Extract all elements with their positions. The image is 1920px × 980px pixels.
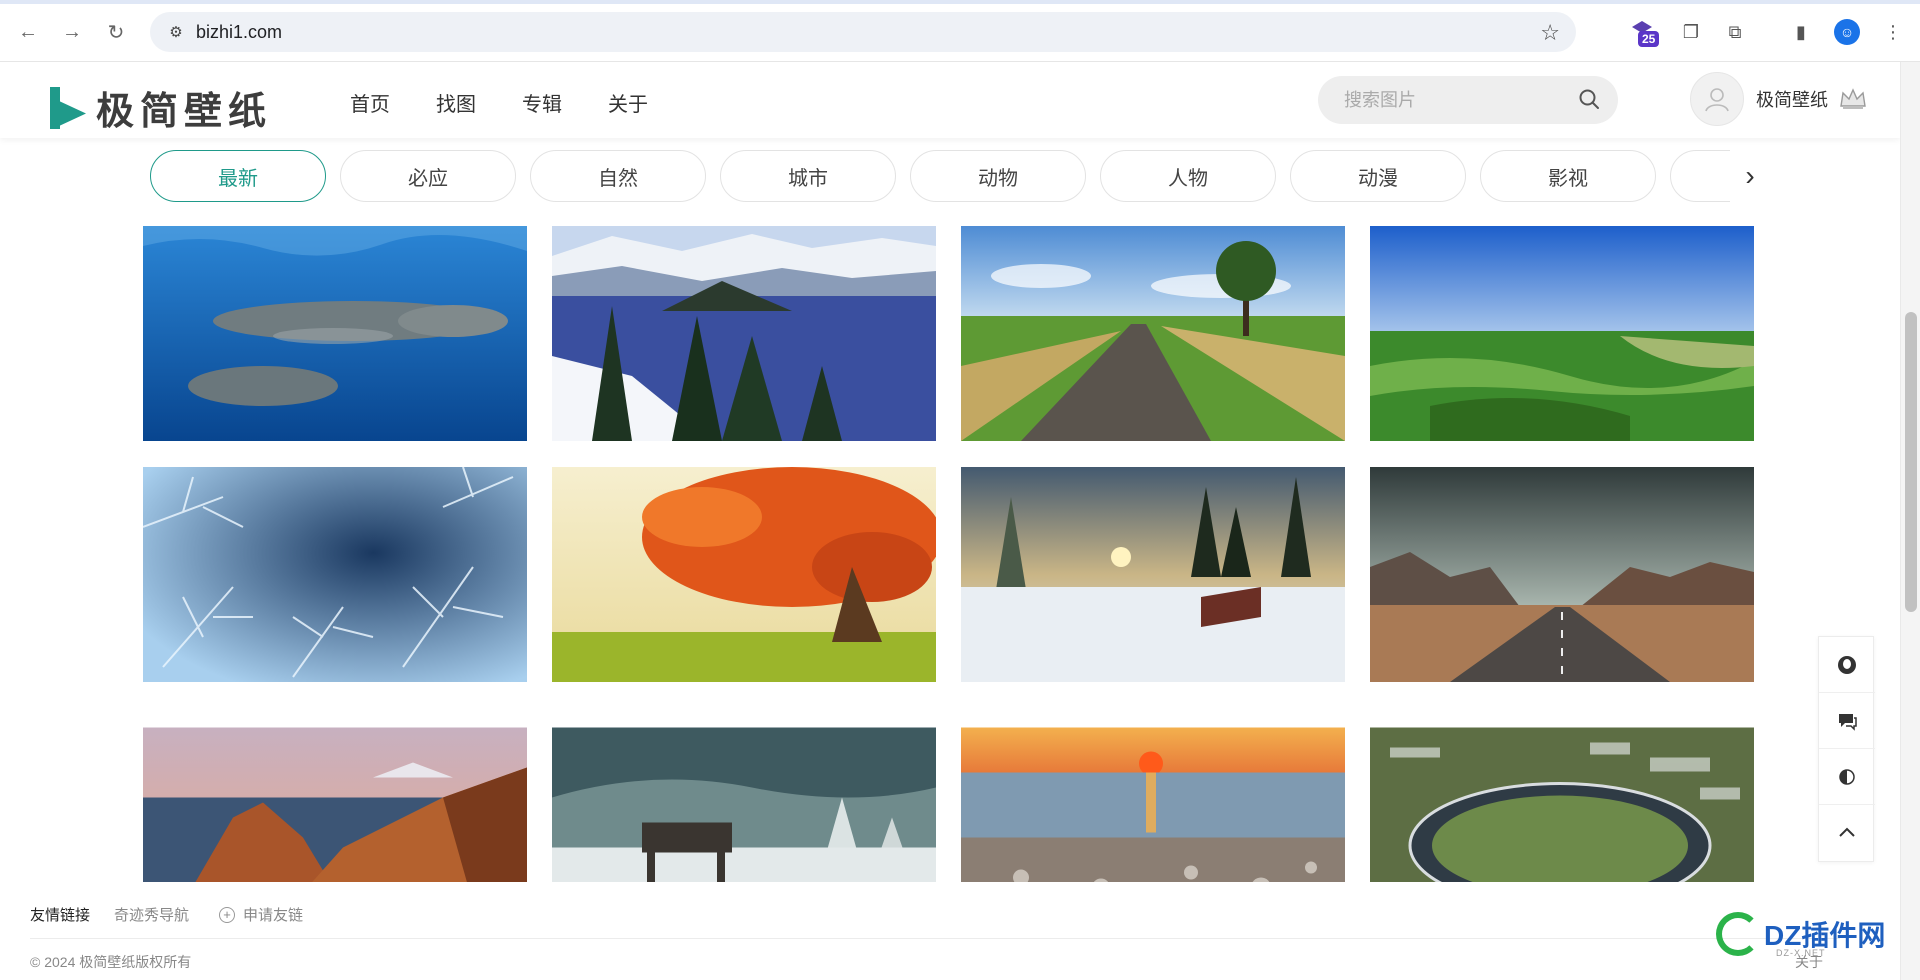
page: 极简壁纸 首页 找图 专辑 关于 极简壁纸 <box>0 62 1900 980</box>
browser-toolbar: ← → ↻ ⚙ bizhi1.com ☆ 25 ❐ ⧉ ▮ ☺ ⋮ <box>0 0 1920 62</box>
nav-find[interactable]: 找图 <box>436 88 476 117</box>
floating-toolbar <box>1818 636 1875 862</box>
back-to-top-icon[interactable] <box>1819 805 1875 861</box>
extensions-puzzle-icon[interactable]: ⧉ <box>1722 19 1748 45</box>
nav-about[interactable]: 关于 <box>608 88 648 117</box>
extension-badge-count: 25 <box>1638 31 1660 47</box>
watermark-logo: DZ插件网 DZ-X.NET <box>1716 912 1885 958</box>
site-logo[interactable]: 极简壁纸 <box>48 80 272 135</box>
extension-graduation-icon[interactable]: 25 <box>1630 17 1664 49</box>
category-bar: 最新 必应 自然 城市 动物 人物 动漫 影视 <box>150 150 1770 202</box>
back-icon[interactable]: ← <box>14 18 42 46</box>
search-box <box>1318 76 1618 124</box>
wallpaper-crater-lake[interactable] <box>552 226 936 441</box>
wallpaper-country-road[interactable] <box>961 226 1345 441</box>
site-footer: 友情链接 奇迹秀导航 + 申请友链 © 2024 极简壁纸版权所有 关于 <box>0 882 1900 980</box>
nav-albums[interactable]: 专辑 <box>522 88 562 117</box>
friend-links: 友情链接 奇迹秀导航 + 申请友链 <box>30 904 303 925</box>
theme-toggle-icon[interactable] <box>1819 749 1875 805</box>
apply-friend-link[interactable]: + 申请友链 <box>219 904 303 925</box>
user-menu[interactable]: 极简壁纸 <box>1690 72 1868 126</box>
logo-text: 极简壁纸 <box>96 88 273 133</box>
side-panel-icon[interactable]: ▮ <box>1788 19 1814 45</box>
wallpaper-autumn-tree[interactable] <box>552 467 936 682</box>
category-next-icon[interactable]: › <box>1730 150 1770 202</box>
chat-icon[interactable] <box>1819 693 1875 749</box>
reload-icon[interactable]: ↻ <box>102 18 130 46</box>
address-bar[interactable]: ⚙ bizhi1.com ☆ <box>150 12 1576 52</box>
category-nature[interactable]: 自然 <box>530 150 706 202</box>
copyright: © 2024 极简壁纸版权所有 <box>30 954 192 970</box>
page-scrollbar[interactable] <box>1900 62 1920 980</box>
wallpaper-winter-forest[interactable] <box>961 467 1345 682</box>
site-header: 极简壁纸 首页 找图 专辑 关于 极简壁纸 <box>0 62 1900 138</box>
crown-icon <box>1840 88 1866 109</box>
wallpaper-green-valley[interactable] <box>1370 226 1754 441</box>
apply-friend-link-label: 申请友链 <box>243 907 304 924</box>
browser-menu-icon[interactable]: ⋮ <box>1880 19 1906 45</box>
bookmark-star-icon[interactable]: ☆ <box>1540 20 1560 46</box>
category-city[interactable]: 城市 <box>720 150 896 202</box>
tab-strip <box>0 0 1920 4</box>
url-text[interactable]: bizhi1.com <box>196 22 282 43</box>
watermark-subtext: DZ-X.NET <box>1776 948 1826 958</box>
category-anime[interactable]: 动漫 <box>1290 150 1466 202</box>
scrollbar-thumb[interactable] <box>1905 312 1917 612</box>
category-animals[interactable]: 动物 <box>910 150 1086 202</box>
profile-icon[interactable]: ☺ <box>1834 19 1860 45</box>
nav-home[interactable]: 首页 <box>350 88 390 117</box>
search-input[interactable] <box>1344 89 1564 111</box>
copy-extension-icon[interactable]: ❐ <box>1678 19 1704 45</box>
avatar[interactable] <box>1690 72 1744 126</box>
qq-icon[interactable] <box>1819 637 1875 693</box>
site-settings-icon[interactable]: ⚙ <box>156 23 196 41</box>
footer-divider <box>30 938 1840 939</box>
category-bing[interactable]: 必应 <box>340 150 516 202</box>
logo-mark-icon <box>48 86 88 129</box>
forward-icon[interactable]: → <box>58 18 86 46</box>
category-latest[interactable]: 最新 <box>150 150 326 202</box>
user-icon <box>1705 88 1729 112</box>
main-nav: 首页 找图 专辑 关于 <box>350 88 694 117</box>
wallpaper-frost[interactable] <box>143 467 527 682</box>
watermark-ring-icon <box>1716 912 1760 956</box>
friend-link-item[interactable]: 奇迹秀导航 <box>114 904 189 925</box>
friend-links-label: 友情链接 <box>30 907 91 924</box>
wallpaper-desert-highway[interactable] <box>1370 467 1754 682</box>
search-icon[interactable] <box>1578 88 1600 110</box>
username[interactable]: 极简壁纸 <box>1756 86 1828 112</box>
category-film[interactable]: 影视 <box>1480 150 1656 202</box>
plus-circle-icon: + <box>219 906 236 923</box>
category-people[interactable]: 人物 <box>1100 150 1276 202</box>
wallpaper-whales[interactable] <box>143 226 527 441</box>
